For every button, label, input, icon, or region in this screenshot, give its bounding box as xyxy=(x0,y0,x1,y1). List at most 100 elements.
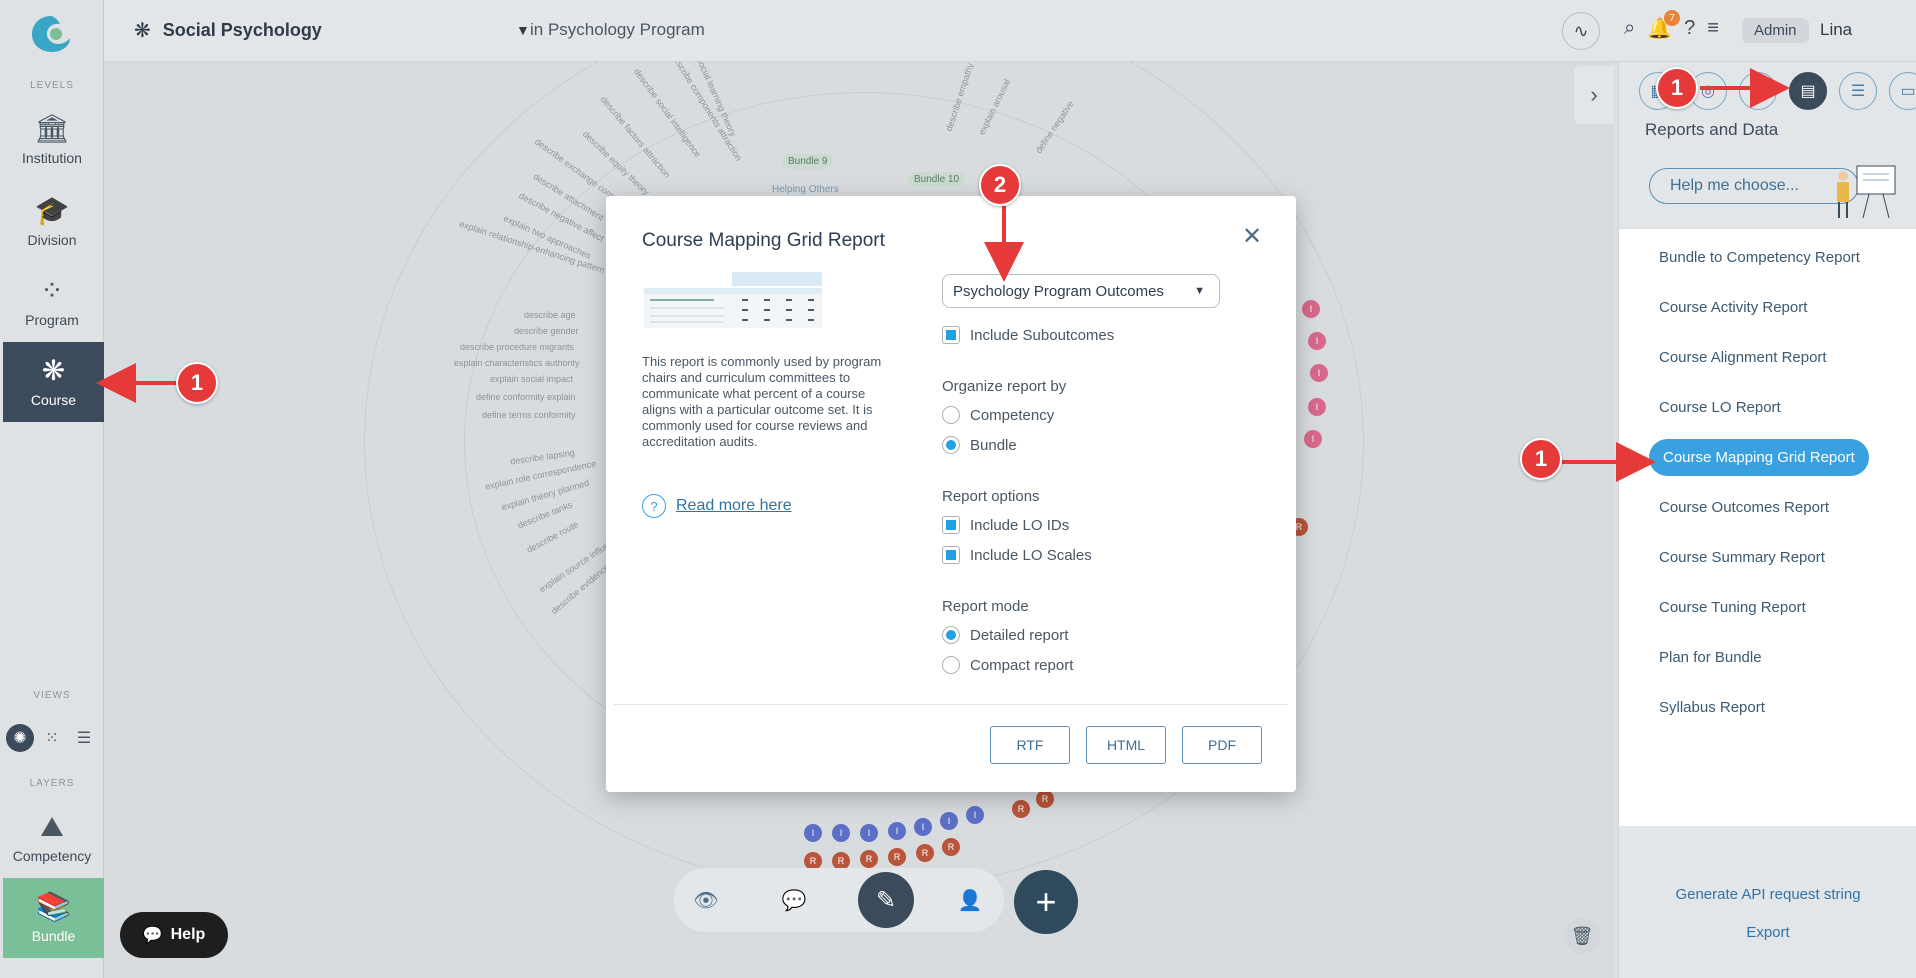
help-button[interactable]: 💬 Help xyxy=(120,912,228,958)
radial-view-icon[interactable]: ✺ xyxy=(6,724,34,752)
include-lo-scales-checkbox[interactable]: Include LO Scales xyxy=(942,546,1092,564)
outcome-dot[interactable]: I xyxy=(1308,332,1326,350)
outcome-dot[interactable]: I xyxy=(1310,364,1328,382)
radial-label: describe age xyxy=(524,310,576,320)
html-button[interactable]: HTML xyxy=(1086,726,1166,764)
export-link[interactable]: Export xyxy=(1619,924,1916,941)
target-icon[interactable]: ◉ xyxy=(1739,72,1777,110)
trash-icon[interactable]: 🗑 xyxy=(1564,918,1600,954)
menu-icon[interactable]: ≡ xyxy=(1707,17,1719,40)
help-me-choose-button[interactable]: Help me choose... xyxy=(1649,168,1859,204)
report-item[interactable]: Course Tuning Report xyxy=(1659,599,1806,616)
add-button[interactable]: + xyxy=(1014,870,1078,934)
organize-bundle-radio[interactable]: Bundle xyxy=(942,436,1017,454)
report-item[interactable]: Course Alignment Report xyxy=(1659,349,1827,366)
bundle-label[interactable]: Bundle 10 xyxy=(908,172,966,187)
outcome-set-value: Psychology Program Outcomes xyxy=(953,282,1164,300)
sidebar-item-division[interactable]: 🎓 Division xyxy=(0,182,104,262)
pdf-button[interactable]: PDF xyxy=(1182,726,1262,764)
include-suboutcomes-checkbox[interactable]: Include Suboutcomes xyxy=(942,326,1114,344)
organize-competency-radio[interactable]: Competency xyxy=(942,406,1054,424)
outcome-dot[interactable]: R xyxy=(1036,790,1054,808)
activity-pulse-icon[interactable]: ∿ xyxy=(1562,12,1600,50)
outcome-dot[interactable]: R xyxy=(916,844,934,862)
view-switcher: ✺ ⁙ ☰ xyxy=(4,724,100,752)
collapse-panel-button[interactable]: › xyxy=(1574,66,1614,124)
radio-icon[interactable] xyxy=(942,656,960,674)
close-icon[interactable]: ✕ xyxy=(1242,222,1262,251)
radio-icon[interactable] xyxy=(942,436,960,454)
panel-title: Reports and Data xyxy=(1645,120,1779,139)
course-selector[interactable]: ❋ Social Psychology ▼ xyxy=(134,18,530,43)
report-item[interactable]: Bundle to Competency Report xyxy=(1659,249,1860,266)
sidebar-item-label: Program xyxy=(25,312,79,328)
report-mode-label: Report mode xyxy=(942,598,1029,615)
compact-report-radio[interactable]: Compact report xyxy=(942,656,1073,674)
rtf-button[interactable]: RTF xyxy=(990,726,1070,764)
read-more-link[interactable]: ? Read more here xyxy=(642,494,792,518)
report-item[interactable]: Syllabus Report xyxy=(1659,699,1765,716)
detailed-report-radio[interactable]: Detailed report xyxy=(942,626,1068,644)
checkbox-icon[interactable] xyxy=(942,546,960,564)
sidebar-item-course[interactable]: ❋ Course xyxy=(3,342,104,422)
help-icon[interactable]: ? xyxy=(1684,17,1695,40)
outcome-dot[interactable]: R xyxy=(942,838,960,856)
grid-view-icon[interactable]: ⁙ xyxy=(38,724,66,752)
outcome-dot[interactable]: I xyxy=(914,818,932,836)
report-modal: Course Mapping Grid Report ✕ This report… xyxy=(606,196,1296,792)
layers-label: LAYERS xyxy=(29,778,75,789)
checkbox-icon[interactable] xyxy=(942,326,960,344)
outcome-dot[interactable]: I xyxy=(832,824,850,842)
checkbox-icon[interactable] xyxy=(942,516,960,534)
help-button-label: Help xyxy=(170,926,206,943)
outcome-dot[interactable]: I xyxy=(804,824,822,842)
levels-label: LEVELS xyxy=(30,80,74,91)
app-logo-icon[interactable] xyxy=(26,12,76,56)
outcome-dot[interactable]: R xyxy=(888,848,906,866)
outcome-dot[interactable]: I xyxy=(1302,300,1320,318)
generate-api-link[interactable]: Generate API request string xyxy=(1619,886,1916,903)
report-item-active[interactable]: Course Mapping Grid Report xyxy=(1649,439,1869,476)
sidebar-item-label: Course xyxy=(30,392,77,408)
callout-badge: 1 xyxy=(1656,67,1698,109)
report-item[interactable]: Plan for Bundle xyxy=(1659,649,1762,666)
radial-label: define conformity explain xyxy=(476,392,576,402)
bell-icon[interactable]: 🔔 7 xyxy=(1647,10,1681,41)
radio-icon[interactable] xyxy=(942,626,960,644)
search-icon[interactable]: ⌕ xyxy=(1624,17,1635,40)
read-more-label[interactable]: Read more here xyxy=(676,497,792,515)
user-icon[interactable]: 👤 xyxy=(952,882,988,918)
comment-icon[interactable]: 💬 xyxy=(776,882,812,918)
outcome-dot[interactable]: R xyxy=(1012,800,1030,818)
report-item[interactable]: Course Activity Report xyxy=(1659,299,1807,316)
report-item[interactable]: Course LO Report xyxy=(1659,399,1781,416)
inbox-icon[interactable]: ▭ xyxy=(1889,72,1916,110)
database-icon[interactable]: ☰ xyxy=(1839,72,1877,110)
list-view-icon[interactable]: ☰ xyxy=(70,724,98,752)
role-badge[interactable]: Admin xyxy=(1742,18,1809,43)
outcome-dot[interactable]: I xyxy=(888,822,906,840)
eye-icon[interactable]: 👁 xyxy=(688,882,724,918)
outcome-dot[interactable]: I xyxy=(966,806,984,824)
report-item[interactable]: Course Summary Report xyxy=(1659,549,1825,566)
sidebar-item-bundle[interactable]: 📚 Bundle xyxy=(3,878,104,958)
report-item[interactable]: Course Outcomes Report xyxy=(1659,499,1829,516)
radio-icon[interactable] xyxy=(942,406,960,424)
include-lo-ids-checkbox[interactable]: Include LO IDs xyxy=(942,516,1069,534)
sidebar-item-institution[interactable]: 🏛 Institution xyxy=(0,100,104,180)
radial-label: describe procedure migrants xyxy=(460,342,575,352)
report-icon[interactable]: ▤ xyxy=(1789,72,1827,110)
sidebar-item-competency[interactable]: ⛰ Competency xyxy=(0,798,104,878)
sidebar-item-program[interactable]: ⁘ Program xyxy=(0,262,104,342)
outcome-dot[interactable]: I xyxy=(860,824,878,842)
outcome-set-select[interactable]: Psychology Program Outcomes ▼ xyxy=(942,274,1220,308)
outcome-dot[interactable]: I xyxy=(1304,430,1322,448)
bottom-toolbar: 👁 💬 ✎ 👤 xyxy=(674,868,1004,932)
edit-icon[interactable]: ✎ xyxy=(858,872,914,928)
outcome-dot[interactable]: R xyxy=(860,850,878,868)
bundle-label[interactable]: Bundle 9 xyxy=(782,154,834,169)
user-name[interactable]: Lina xyxy=(1820,20,1852,40)
outcome-dot[interactable]: I xyxy=(1308,398,1326,416)
course-name: Social Psychology xyxy=(162,20,322,40)
outcome-dot[interactable]: I xyxy=(940,812,958,830)
